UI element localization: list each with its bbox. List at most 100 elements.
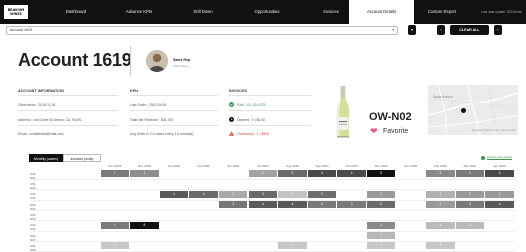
grid-cell[interactable]: 2	[219, 190, 248, 198]
tab-account-details[interactable]: Account Details	[349, 0, 414, 24]
account-select-value: Account 1619	[10, 28, 32, 32]
grid-cell[interactable]: 4	[485, 200, 514, 209]
map-label: Santa Monica	[433, 95, 453, 99]
divider	[130, 125, 218, 126]
grid-cell[interactable]: 1	[455, 221, 485, 229]
clear-all-button[interactable]: CLEAR ALL	[450, 25, 489, 35]
grid-cell[interactable]: 1	[100, 242, 129, 250]
grid-cell[interactable]: 1	[278, 242, 307, 250]
client-since: Client since : 2016-11-26	[18, 103, 56, 107]
grid-cell[interactable]: 4	[189, 190, 218, 198]
tab-dashboard[interactable]: Dashboard	[45, 0, 107, 24]
total-net-revenue: Total Net Revenue : $28,700	[130, 118, 173, 122]
tab-custom-report[interactable]: Custom Report	[414, 0, 470, 24]
grid-cell[interactable]: 1	[426, 190, 455, 198]
grid-cell[interactable]: 4	[159, 190, 189, 198]
invoices-overdue[interactable]: Overdue(s) : 1 | $510	[237, 132, 269, 136]
divider	[229, 125, 311, 126]
grid-cell[interactable]: 1	[426, 221, 455, 229]
divider	[130, 110, 218, 111]
favorite-label: Favorite	[383, 128, 409, 135]
divider	[18, 110, 118, 111]
month-header: Feb 2020	[434, 164, 447, 168]
grid-cell[interactable]: 3	[248, 190, 277, 198]
divider	[229, 95, 311, 96]
location-map[interactable]	[428, 85, 518, 135]
month-header: Mar 2020	[463, 164, 477, 168]
grid-cell[interactable]: 4	[307, 170, 337, 178]
month-header: Apr 2020	[493, 164, 506, 168]
invoices-opened[interactable]: Opened : 0 | $0.00	[237, 118, 265, 122]
wine-code: OW-N02	[369, 111, 412, 123]
tab-opportunities[interactable]: Opportunities	[235, 0, 299, 24]
divider	[130, 46, 131, 76]
grid-cell[interactable]: 4	[337, 170, 366, 178]
grid-cell[interactable]: 3	[455, 200, 485, 209]
grid-cell[interactable]: 2	[248, 170, 277, 178]
grid-cell[interactable]: 2	[426, 200, 455, 209]
grid-cell[interactable]: 4	[248, 200, 277, 209]
grid-cell[interactable]: 2	[426, 170, 455, 178]
row-divider	[30, 230, 516, 232]
month-header: Dec 2019	[137, 164, 151, 168]
grid-cell[interactable]: 1	[100, 221, 129, 229]
brand-logo[interactable]: BRAVIUM WINES	[4, 5, 28, 19]
map-attribution[interactable]: Map data ©2020 | 1 km | Terms of Use	[472, 129, 516, 132]
tab-advance-kpis[interactable]: Advance KPIs	[107, 0, 171, 24]
grid-cell[interactable]: 3	[219, 200, 248, 209]
grid-cell[interactable]: 1	[367, 242, 396, 250]
tab-invoices-units[interactable]: Invoices (units)	[63, 154, 101, 162]
grid-cell[interactable]: 1	[130, 170, 159, 178]
account-info-header: ACCOUNT INFORMATION	[18, 89, 64, 93]
grid-cell[interactable]: 2	[455, 190, 485, 198]
grid-cell[interactable]: 4	[367, 200, 396, 209]
wine-bottle-image	[337, 86, 349, 138]
tab-drill-down[interactable]: Drill Down	[171, 0, 235, 24]
legend-icon	[481, 156, 485, 160]
rep-name: Sales Rep	[173, 58, 191, 62]
top-nav: BRAVIUM WINES Dashboard Advance KPIs Dri…	[0, 0, 526, 24]
avg-order: Avg Order is 2.3 cases every 1.6 month(s…	[130, 132, 194, 136]
grid-cell[interactable]: 1	[367, 231, 396, 239]
month-header: Jan 2020	[167, 164, 181, 168]
grid-cell[interactable]: 3	[278, 170, 307, 178]
grid-cell[interactable]: 1	[100, 170, 129, 178]
avatar	[146, 50, 168, 72]
next-button[interactable]: ›	[494, 25, 502, 35]
grid-cell[interactable]: 1	[367, 221, 396, 229]
month-header: Jun 2020	[227, 164, 240, 168]
grid-cell[interactable]: 2	[307, 190, 337, 198]
month-header: Feb 2020	[197, 164, 210, 168]
map-tiles	[428, 85, 518, 135]
tab-monthly-cases[interactable]: Monthly (cases)	[29, 154, 63, 162]
account-select[interactable]: Account 1619 ▾	[6, 26, 398, 35]
grid-cell[interactable]: 8	[130, 221, 159, 229]
grid-cell[interactable]: 1	[426, 242, 455, 250]
invoices-header: INVOICES	[229, 89, 247, 93]
location-pin-icon[interactable]	[461, 108, 466, 113]
month-header: Nov 2019	[108, 164, 122, 168]
invoices-paid[interactable]: Paid : 15 | $14,375	[237, 103, 265, 107]
grid-cell[interactable]: 4	[278, 200, 307, 209]
grid-cell[interactable]: 1	[278, 190, 307, 198]
account-life-link[interactable]: Account life details	[487, 155, 512, 159]
email: Email : confidential@mail.com	[18, 132, 64, 136]
prev-button[interactable]: ‹	[437, 25, 445, 35]
grid-cell[interactable]: 1	[455, 170, 485, 178]
divider	[229, 110, 311, 111]
grid-cell[interactable]: 8	[367, 170, 396, 178]
grid-cell[interactable]: 1	[485, 190, 514, 198]
grid-cell[interactable]: 4	[485, 170, 514, 178]
dropdown-button[interactable]: ▾	[408, 25, 416, 35]
warning-icon	[229, 131, 234, 136]
heart-icon[interactable]: ❤	[370, 127, 378, 136]
chevron-down-icon: ▾	[392, 28, 394, 32]
month-header: Nov 2020	[374, 164, 388, 168]
grid-cell[interactable]: 3	[307, 200, 337, 209]
row-divider	[30, 210, 516, 211]
grid-cell[interactable]: 3	[337, 200, 366, 209]
grid-cell[interactable]: 1	[367, 190, 396, 198]
page-title: Account 1619	[18, 50, 132, 70]
month-header: Dec 2020	[404, 164, 418, 168]
clock-icon	[229, 117, 234, 122]
